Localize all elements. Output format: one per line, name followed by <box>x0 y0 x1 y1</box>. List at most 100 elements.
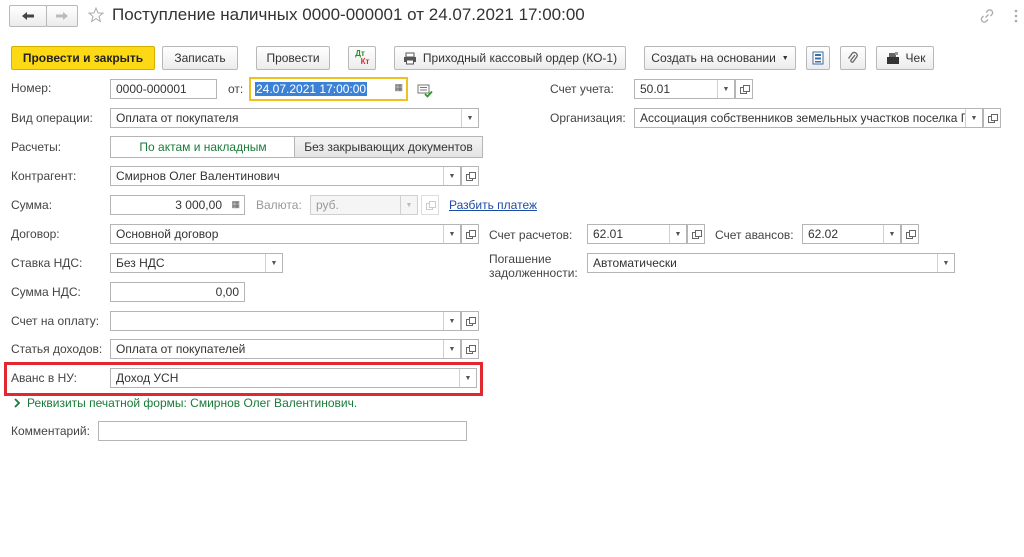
settle-account-dropdown-icon[interactable]: ▼ <box>669 225 686 243</box>
income-item-open-button[interactable] <box>461 339 479 359</box>
structure-button[interactable] <box>806 46 830 70</box>
settle-account-label: Счет расчетов: <box>489 228 573 242</box>
advance-nu-dropdown-icon[interactable]: ▼ <box>459 369 476 387</box>
currency-dropdown-icon: ▼ <box>400 196 417 214</box>
calculator-icon[interactable]: ▦ <box>231 199 240 210</box>
vat-amount-label: Сумма НДС: <box>11 285 81 299</box>
open-icon <box>906 230 916 239</box>
org-field[interactable]: Ассоциация собственников земельных участ… <box>634 108 983 128</box>
invoice-dropdown-icon[interactable]: ▼ <box>443 312 460 330</box>
account-label: Счет учета: <box>550 82 614 96</box>
account-open-button[interactable] <box>735 79 753 99</box>
kt-label: Кт <box>360 57 370 66</box>
contract-field[interactable]: Основной договор ▼ <box>110 224 461 244</box>
print-form-details-toggle[interactable]: Реквизиты печатной формы: Смирнов Олег В… <box>13 396 357 410</box>
vat-rate-value: Без НДС <box>116 256 165 270</box>
calendar-icon[interactable]: ▦ <box>394 82 403 93</box>
income-item-value: Оплата от покупателей <box>116 342 246 356</box>
chevron-right-icon <box>14 398 21 408</box>
org-open-button[interactable] <box>983 108 1001 128</box>
open-icon <box>466 172 476 181</box>
income-item-dropdown-icon[interactable]: ▼ <box>443 340 460 358</box>
post-and-close-button[interactable]: Провести и закрыть <box>11 46 155 70</box>
settle-account-value: 62.01 <box>593 227 624 241</box>
counterparty-dropdown-icon[interactable]: ▼ <box>443 167 460 185</box>
print-order-button[interactable]: Приходный кассовый ордер (КО-1) <box>394 46 626 70</box>
forward-button[interactable] <box>46 5 78 27</box>
advance-nu-field[interactable]: Доход УСН ▼ <box>110 368 477 388</box>
advance-account-open-button[interactable] <box>901 224 919 244</box>
org-value: Ассоциация собственников земельных участ… <box>640 111 968 125</box>
settlements-option-acts[interactable]: По актам и накладным <box>110 136 295 158</box>
check-label: Чек <box>905 51 926 65</box>
dt-kt-button[interactable]: Дт Кт <box>348 46 376 70</box>
org-label: Организация: <box>550 111 626 125</box>
invoice-field[interactable]: ▼ <box>110 311 461 331</box>
advance-account-field[interactable]: 62.02 ▼ <box>802 224 901 244</box>
contract-open-button[interactable] <box>461 224 479 244</box>
counterparty-value: Смирнов Олег Валентинович <box>116 169 280 183</box>
advance-account-dropdown-icon[interactable]: ▼ <box>883 225 900 243</box>
split-payment-link[interactable]: Разбить платеж <box>449 198 537 212</box>
income-item-field[interactable]: Оплата от покупателей ▼ <box>110 339 461 359</box>
counterparty-field[interactable]: Смирнов Олег Валентинович ▼ <box>110 166 461 186</box>
dropdown-arrow-icon: ▼ <box>781 54 789 62</box>
account-field[interactable]: 50.01 ▼ <box>634 79 735 99</box>
page-title: Поступление наличных 0000-000001 от 24.0… <box>112 5 585 24</box>
op-type-value: Оплата от покупателя <box>116 111 239 125</box>
open-icon <box>466 345 476 354</box>
attach-button[interactable] <box>840 46 866 70</box>
debt-repay-dropdown-icon[interactable]: ▼ <box>937 254 954 272</box>
date-label: от: <box>228 82 244 96</box>
invoice-open-button[interactable] <box>461 311 479 331</box>
printer-icon <box>403 52 416 64</box>
number-value: 0000-000001 <box>116 82 187 96</box>
save-button[interactable]: Записать <box>162 46 238 70</box>
org-dropdown-icon[interactable]: ▼ <box>965 109 982 127</box>
link-icon[interactable] <box>980 9 994 23</box>
debt-repay-label-line1: Погашение <box>489 252 552 266</box>
settle-account-field[interactable]: 62.01 ▼ <box>587 224 687 244</box>
settlements-label: Расчеты: <box>11 140 62 154</box>
date-field[interactable]: 24.07.2021 17:00:00 ▦ <box>249 77 408 101</box>
op-type-field[interactable]: Оплата от покупателя ▼ <box>110 108 479 128</box>
check-button[interactable]: Чек <box>876 46 934 70</box>
vat-rate-dropdown-icon[interactable]: ▼ <box>265 254 282 272</box>
open-icon <box>740 85 750 94</box>
post-button[interactable]: Провести <box>256 46 330 70</box>
print-form-details-label: Реквизиты печатной формы: Смирнов Олег В… <box>27 396 358 410</box>
back-button[interactable] <box>9 5 47 27</box>
document-status-icon <box>417 84 433 98</box>
currency-field: руб. ▼ <box>310 195 418 215</box>
amount-field[interactable]: 3 000,00 ▦ <box>110 195 245 215</box>
open-icon <box>426 201 436 210</box>
debt-repay-field[interactable]: Автоматически ▼ <box>587 253 955 273</box>
more-actions-icon[interactable] <box>1010 9 1022 23</box>
currency-value: руб. <box>316 198 339 212</box>
vat-rate-field[interactable]: Без НДС ▼ <box>110 253 283 273</box>
account-dropdown-icon[interactable]: ▼ <box>717 80 734 98</box>
open-icon <box>466 230 476 239</box>
number-field[interactable]: 0000-000001 <box>110 79 217 99</box>
vat-amount-value: 0,00 <box>215 285 239 299</box>
create-based-on-label: Создать на основании <box>651 51 776 65</box>
number-label: Номер: <box>11 81 52 95</box>
contract-value: Основной договор <box>116 227 219 241</box>
advance-nu-label: Аванс в НУ: <box>11 371 77 385</box>
arrow-left-icon <box>22 12 34 20</box>
op-type-dropdown-icon[interactable]: ▼ <box>461 109 478 127</box>
comment-field[interactable] <box>98 421 467 441</box>
settle-account-open-button[interactable] <box>687 224 705 244</box>
advance-nu-value: Доход УСН <box>116 371 179 385</box>
vat-amount-field[interactable]: 0,00 <box>110 282 245 302</box>
arrow-right-icon <box>56 12 68 20</box>
favorite-star-icon[interactable] <box>88 7 104 23</box>
contract-dropdown-icon[interactable]: ▼ <box>443 225 460 243</box>
contract-label: Договор: <box>11 227 60 241</box>
currency-label: Валюта: <box>256 198 302 212</box>
open-icon <box>988 114 998 123</box>
create-based-on-button[interactable]: Создать на основании ▼ <box>644 46 796 70</box>
counterparty-open-button[interactable] <box>461 166 479 186</box>
print-order-label: Приходный кассовый ордер (КО-1) <box>422 51 618 65</box>
settlements-option-no-docs[interactable]: Без закрывающих документов <box>294 136 483 158</box>
